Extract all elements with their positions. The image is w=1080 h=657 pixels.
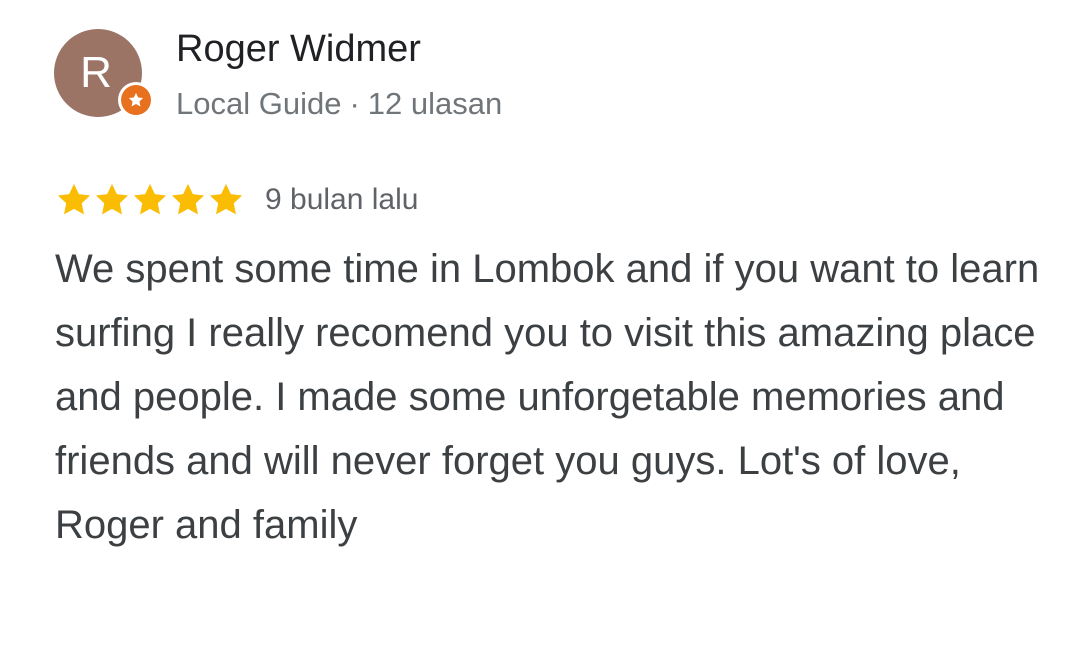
local-guide-badge	[118, 82, 154, 118]
author-meta: Local Guide · 12 ulasan	[176, 84, 502, 124]
meta-separator: ·	[349, 86, 360, 121]
star-icon	[95, 183, 129, 215]
review-count: 12 ulasan	[367, 86, 503, 121]
local-guide-label: Local Guide	[176, 86, 342, 121]
star-rating	[55, 181, 245, 219]
author-name[interactable]: Roger Widmer	[176, 26, 421, 72]
rating-row: 9 bulan lalu	[55, 180, 418, 220]
star-icon	[209, 183, 243, 215]
review-text: We spent some time in Lombok and if you …	[55, 247, 1040, 547]
review-time: 9 bulan lalu	[265, 183, 419, 216]
author-avatar-group[interactable]: R	[54, 29, 158, 121]
star-icon	[133, 183, 167, 215]
local-guide-star-icon	[121, 85, 151, 115]
star-icon	[57, 183, 91, 215]
star-icon	[171, 183, 205, 215]
review-card: R Roger Widmer Local Guide · 12 ulasan 9 b…	[0, 0, 1080, 657]
